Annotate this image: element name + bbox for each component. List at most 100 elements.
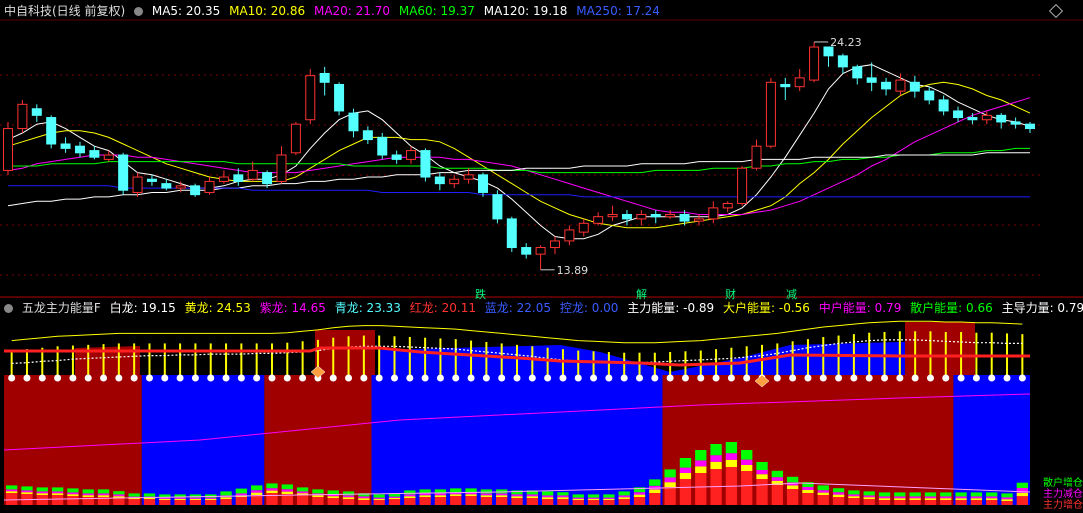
candle-body	[780, 83, 791, 88]
ma60-value: MA60: 19.37	[398, 4, 475, 18]
energy-bar-retail	[143, 493, 156, 497]
candle-body	[981, 114, 992, 121]
zone-block-3	[371, 375, 663, 505]
energy-bar-retail	[940, 492, 952, 497]
energy-bar-main	[970, 500, 983, 505]
white-dot	[329, 374, 337, 382]
white-dot	[620, 374, 628, 382]
white-dot	[375, 374, 383, 382]
white-dot	[145, 374, 153, 382]
white-dot	[881, 374, 889, 382]
energy-bar-main	[526, 498, 538, 505]
candle-body	[636, 213, 647, 220]
energy-bar-main	[572, 500, 584, 505]
indicator-settings-dot-icon[interactable]	[4, 304, 13, 313]
energy-bar-large	[603, 498, 615, 500]
energy-bar-main	[327, 498, 339, 505]
energy-bar-large	[786, 485, 799, 489]
energy-bar-main	[878, 500, 891, 505]
candle-body	[463, 174, 474, 180]
candle-body	[1010, 121, 1021, 125]
energy-bar-mid	[404, 494, 416, 497]
energy-bar-mid	[342, 495, 355, 498]
white-dot	[191, 374, 199, 382]
energy-bar-main	[587, 500, 600, 505]
white-dot	[727, 374, 735, 382]
zone-block-2	[264, 375, 372, 505]
white-dot	[896, 374, 904, 382]
candle-body	[434, 176, 445, 185]
white-dot	[498, 374, 506, 382]
energy-bar-large	[526, 496, 538, 498]
energy-bar-large	[450, 494, 462, 496]
white-dot	[911, 374, 919, 382]
white-dot	[528, 374, 536, 382]
white-dot	[988, 374, 996, 382]
candle-body	[89, 150, 100, 158]
candle-body	[909, 81, 920, 92]
settings-dot-icon[interactable]	[134, 7, 144, 16]
candle-body	[1025, 123, 1035, 130]
energy-bar-large	[679, 473, 692, 479]
energy-bar-large	[251, 492, 263, 495]
chart-canvas[interactable]: 24.23 13.89	[0, 0, 1083, 513]
energy-bar-large	[82, 495, 94, 497]
white-dot	[681, 374, 689, 382]
energy-bar-main	[909, 500, 921, 505]
energy-bar-large	[541, 497, 554, 499]
energy-bar-large	[863, 497, 875, 499]
candle-body	[722, 202, 733, 209]
ma10-value: MA10: 20.86	[229, 4, 306, 18]
energy-bar-mid	[878, 496, 891, 499]
energy-bar-mid	[434, 493, 447, 496]
energy-bar-mid	[587, 497, 600, 499]
energy-bar-retail	[1001, 493, 1013, 498]
candle-body	[3, 128, 13, 171]
energy-bar-retail	[557, 492, 569, 496]
energy-bar-main	[817, 495, 829, 505]
energy-bar-mid	[480, 493, 493, 496]
energy-bar-large	[51, 493, 64, 495]
energy-bar-main	[1016, 496, 1028, 505]
energy-bar-large	[970, 498, 983, 500]
energy-bar-mid	[986, 496, 998, 499]
energy-bar-mid	[113, 494, 125, 497]
energy-bar-retail	[128, 493, 140, 497]
white-dot	[957, 374, 965, 382]
white-dot	[100, 374, 108, 382]
energy-bar-mid	[710, 455, 722, 462]
energy-bar-large	[909, 498, 921, 500]
energy-bar-retail	[251, 485, 263, 491]
energy-bar-main	[894, 500, 906, 505]
white-dot	[942, 374, 950, 382]
energy-bar-main	[940, 500, 952, 505]
white-dot	[54, 374, 62, 382]
white-dot	[651, 374, 659, 382]
candle-body	[679, 213, 690, 222]
white-dot	[850, 374, 858, 382]
energy-bar-main	[373, 500, 385, 505]
candle-body	[924, 90, 935, 101]
energy-bar-large	[1016, 492, 1028, 497]
signal-reduce: 减	[786, 288, 797, 301]
energy-bar-mid	[51, 491, 64, 494]
energy-bar-main	[848, 498, 860, 505]
energy-bar-large	[327, 496, 339, 498]
candle-body	[938, 99, 949, 112]
white-dot	[38, 374, 46, 382]
energy-bar-retail	[465, 488, 477, 493]
energy-bar-retail	[67, 488, 79, 493]
candle-body	[348, 112, 359, 132]
energy-bar-retail	[848, 490, 860, 495]
candle-body	[737, 167, 748, 204]
candle-body	[665, 213, 676, 218]
energy-bar-main	[924, 500, 937, 505]
energy-bar-retail	[955, 492, 967, 497]
main-chart-header: 中自科技(日线 前复权) MA5: 20.35 MA10: 20.86 MA20…	[4, 2, 665, 20]
ma120-value: MA120: 19.18	[483, 4, 568, 18]
candle-body	[621, 213, 632, 220]
energy-bar-large	[465, 494, 477, 496]
energy-bar-retail	[878, 492, 891, 497]
white-dot	[835, 374, 843, 382]
indicator-title: 五龙主力能量F	[21, 301, 101, 315]
